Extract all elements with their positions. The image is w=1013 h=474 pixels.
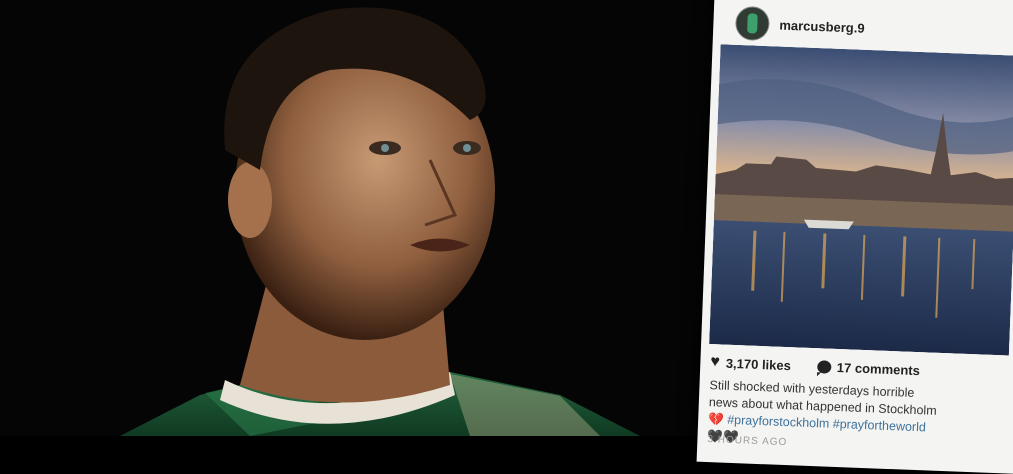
instagram-post-card: marcusberg.9 ♥ 3,170 likes 17 comments S… bbox=[696, 0, 1013, 474]
portrait-illustration bbox=[0, 0, 730, 436]
player-portrait-photo bbox=[0, 0, 730, 436]
hashtag-prayfortheworld[interactable]: #prayfortheworld bbox=[833, 417, 927, 435]
caption-text: Still shocked with yesterdays horrible n… bbox=[708, 378, 937, 418]
post-timestamp: 3 HOURS AGO bbox=[707, 434, 788, 449]
user-avatar[interactable] bbox=[734, 5, 771, 42]
hashtag-prayforstockholm[interactable]: #prayforstockholm bbox=[727, 413, 830, 431]
post-actions: ♥ 3,170 likes 17 comments bbox=[710, 353, 921, 378]
comments-count[interactable]: 17 comments bbox=[837, 359, 921, 377]
post-header: marcusberg.9 bbox=[734, 3, 866, 48]
comment-bubble-icon[interactable] bbox=[816, 359, 832, 374]
stockholm-skyline-illustration bbox=[709, 44, 1013, 356]
broken-heart-emoji: 💔 bbox=[707, 412, 725, 427]
username-link[interactable]: marcusberg.9 bbox=[779, 17, 865, 35]
post-image-stockholm[interactable] bbox=[709, 44, 1013, 356]
heart-icon[interactable]: ♥ bbox=[710, 353, 720, 370]
likes-count[interactable]: 3,170 likes bbox=[726, 355, 792, 372]
